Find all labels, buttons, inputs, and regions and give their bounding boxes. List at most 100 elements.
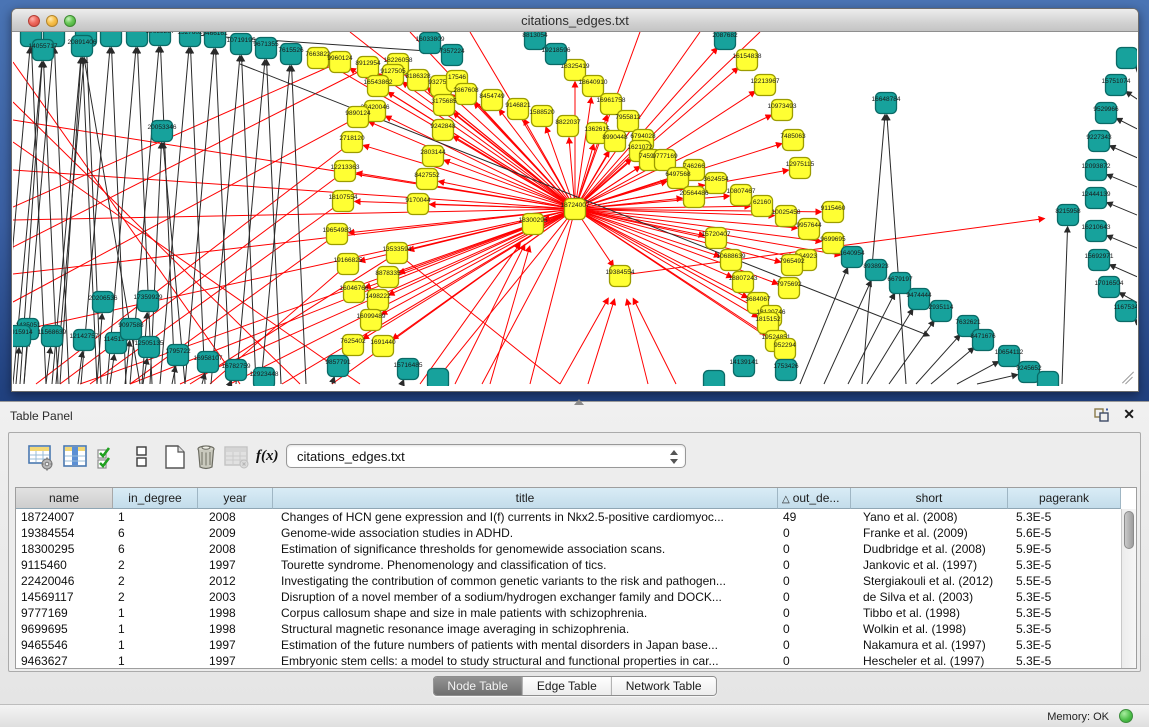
graph-node[interactable]: 12213363: [331, 161, 360, 182]
graph-node[interactable]: 8990448: [602, 131, 628, 152]
graph-node[interactable]: 1498222: [365, 290, 391, 311]
table-chooser-dropdown[interactable]: citations_edges.txt: [286, 444, 686, 468]
graph-node[interactable]: 7485063: [780, 130, 806, 151]
scrollbar-thumb[interactable]: [1124, 511, 1134, 549]
show-columns-checklist-icon[interactable]: [95, 443, 123, 471]
table-row[interactable]: 911546021997Tourette syndrome. Phenomeno…: [16, 557, 1121, 573]
column-header-short[interactable]: short: [851, 488, 1008, 509]
graph-edge[interactable]: [1135, 66, 1137, 80]
window-resize-grip[interactable]: [1121, 370, 1135, 384]
graph-edge[interactable]: [1135, 319, 1137, 333]
graph-node[interactable]: 9857791: [325, 356, 351, 377]
graph-edge[interactable]: [1107, 236, 1137, 253]
graph-edge[interactable]: [530, 209, 575, 384]
graph-edge[interactable]: [889, 321, 934, 384]
graph-edge[interactable]: [800, 268, 847, 384]
graph-node[interactable]: 7357224: [439, 45, 465, 66]
graph-node[interactable]: 16099489: [357, 310, 386, 331]
graph-node[interactable]: [127, 32, 148, 47]
graph-node[interactable]: 11568639: [38, 326, 67, 347]
graph-node[interactable]: [101, 32, 122, 47]
window-titlebar[interactable]: citations_edges.txt: [12, 9, 1138, 32]
graph-edge[interactable]: [242, 56, 256, 384]
graph-node[interactable]: [1038, 372, 1059, 387]
float-window-icon[interactable]: [1094, 408, 1109, 422]
graph-node[interactable]: 9529966: [1093, 103, 1119, 124]
graph-edge[interactable]: [977, 375, 1017, 384]
table-row[interactable]: 1456911722003Disruption of a novel membe…: [16, 589, 1121, 605]
graph-edge[interactable]: [230, 209, 575, 384]
graph-node[interactable]: 20564486: [680, 187, 709, 208]
graph-node[interactable]: 7975692: [776, 278, 802, 299]
graph-edge[interactable]: [887, 115, 906, 384]
graph-edge[interactable]: [1062, 227, 1068, 384]
graph-node[interactable]: 62160: [752, 196, 773, 217]
graph-node[interactable]: 12444139: [1082, 188, 1111, 209]
graph-edge[interactable]: [633, 299, 676, 384]
graph-node[interactable]: 15716485: [394, 359, 423, 380]
graph-node[interactable]: 10688639: [717, 250, 746, 271]
graph-node[interactable]: [704, 371, 725, 387]
graph-node[interactable]: 6497568: [665, 168, 691, 189]
table-row[interactable]: 969969511998Structural magnetic resonanc…: [16, 621, 1121, 637]
graph-node[interactable]: 9146821: [505, 99, 531, 120]
graph-node[interactable]: [428, 369, 449, 387]
graph-node[interactable]: 16648784: [872, 93, 901, 114]
graph-node[interactable]: 12923448: [250, 368, 279, 387]
column-header-in_degree[interactable]: in_degree: [113, 488, 198, 509]
graph-edge[interactable]: [292, 66, 306, 384]
graph-node[interactable]: 2718120: [339, 132, 365, 153]
graph-edge[interactable]: [16, 348, 19, 384]
graph-node[interactable]: 1527602: [177, 32, 203, 47]
graph-node[interactable]: 2935114: [929, 301, 954, 322]
table-row[interactable]: 946362711997Embryonic stem cells: a mode…: [16, 653, 1121, 668]
graph-node[interactable]: 15720407: [702, 228, 731, 249]
graph-edge[interactable]: [490, 247, 530, 384]
graph-node[interactable]: 9242848: [430, 120, 456, 141]
graph-node[interactable]: 16210643: [1082, 221, 1111, 242]
graph-edge[interactable]: [482, 209, 575, 384]
table-row[interactable]: 1938455462009Genome-wide association stu…: [16, 525, 1121, 541]
table-row[interactable]: 2242004622012Investigating the contribut…: [16, 573, 1121, 589]
graph-edge[interactable]: [161, 47, 175, 384]
graph-edge[interactable]: [575, 98, 591, 209]
function-builder-icon[interactable]: f(x): [256, 443, 286, 471]
graph-edge[interactable]: [267, 60, 281, 384]
graph-node[interactable]: 12093872: [1082, 160, 1111, 181]
graph-node[interactable]: 1167534: [1114, 301, 1137, 322]
graph-node[interactable]: 9115460: [821, 202, 846, 223]
graph-node[interactable]: 7625402: [340, 335, 366, 356]
splitter-handle[interactable]: [574, 399, 584, 405]
graph-node[interactable]: 2867608: [453, 84, 479, 105]
column-header-name[interactable]: name: [16, 488, 113, 509]
graph-node[interactable]: 7615526: [278, 44, 304, 65]
table-row[interactable]: 1872400712008Changes of HCN gene express…: [16, 509, 1121, 525]
graph-node[interactable]: 1795722: [165, 345, 191, 366]
graph-node[interactable]: 17359929: [134, 291, 163, 312]
graph-node[interactable]: 1691440: [370, 336, 396, 357]
graph-node[interactable]: 12505135: [135, 337, 164, 358]
graph-node[interactable]: 14055717: [29, 40, 58, 61]
graph-edge[interactable]: [627, 300, 648, 384]
graph-node[interactable]: 9890124: [345, 107, 371, 128]
graph-edge[interactable]: [160, 48, 189, 384]
graph-edge[interactable]: [382, 209, 575, 314]
graph-node[interactable]: 1588520: [529, 106, 555, 127]
graph-edge[interactable]: [916, 335, 960, 384]
graph-node[interactable]: 19218596: [542, 44, 571, 65]
column-header-year[interactable]: year: [198, 488, 273, 509]
graph-node[interactable]: 7965492: [779, 255, 805, 276]
graph-node[interactable]: 13533594: [383, 243, 412, 264]
graph-node[interactable]: 16958107: [194, 352, 223, 373]
graph-edge[interactable]: [211, 56, 240, 384]
graph-node[interactable]: 8938923: [863, 260, 889, 281]
graph-node[interactable]: 2087682: [712, 32, 738, 50]
graph-node[interactable]: 17016504: [1095, 277, 1124, 298]
graph-node[interactable]: 8215958: [1055, 205, 1081, 226]
graph-node[interactable]: 20891406: [68, 36, 97, 57]
graph-node[interactable]: 12142757: [70, 330, 99, 351]
table-row[interactable]: 1830029562008Estimation of significance …: [16, 541, 1121, 557]
graph-node[interactable]: 12213967: [751, 75, 780, 96]
graph-node[interactable]: 10653287: [146, 32, 175, 46]
graph-node[interactable]: 8186328: [405, 70, 431, 91]
